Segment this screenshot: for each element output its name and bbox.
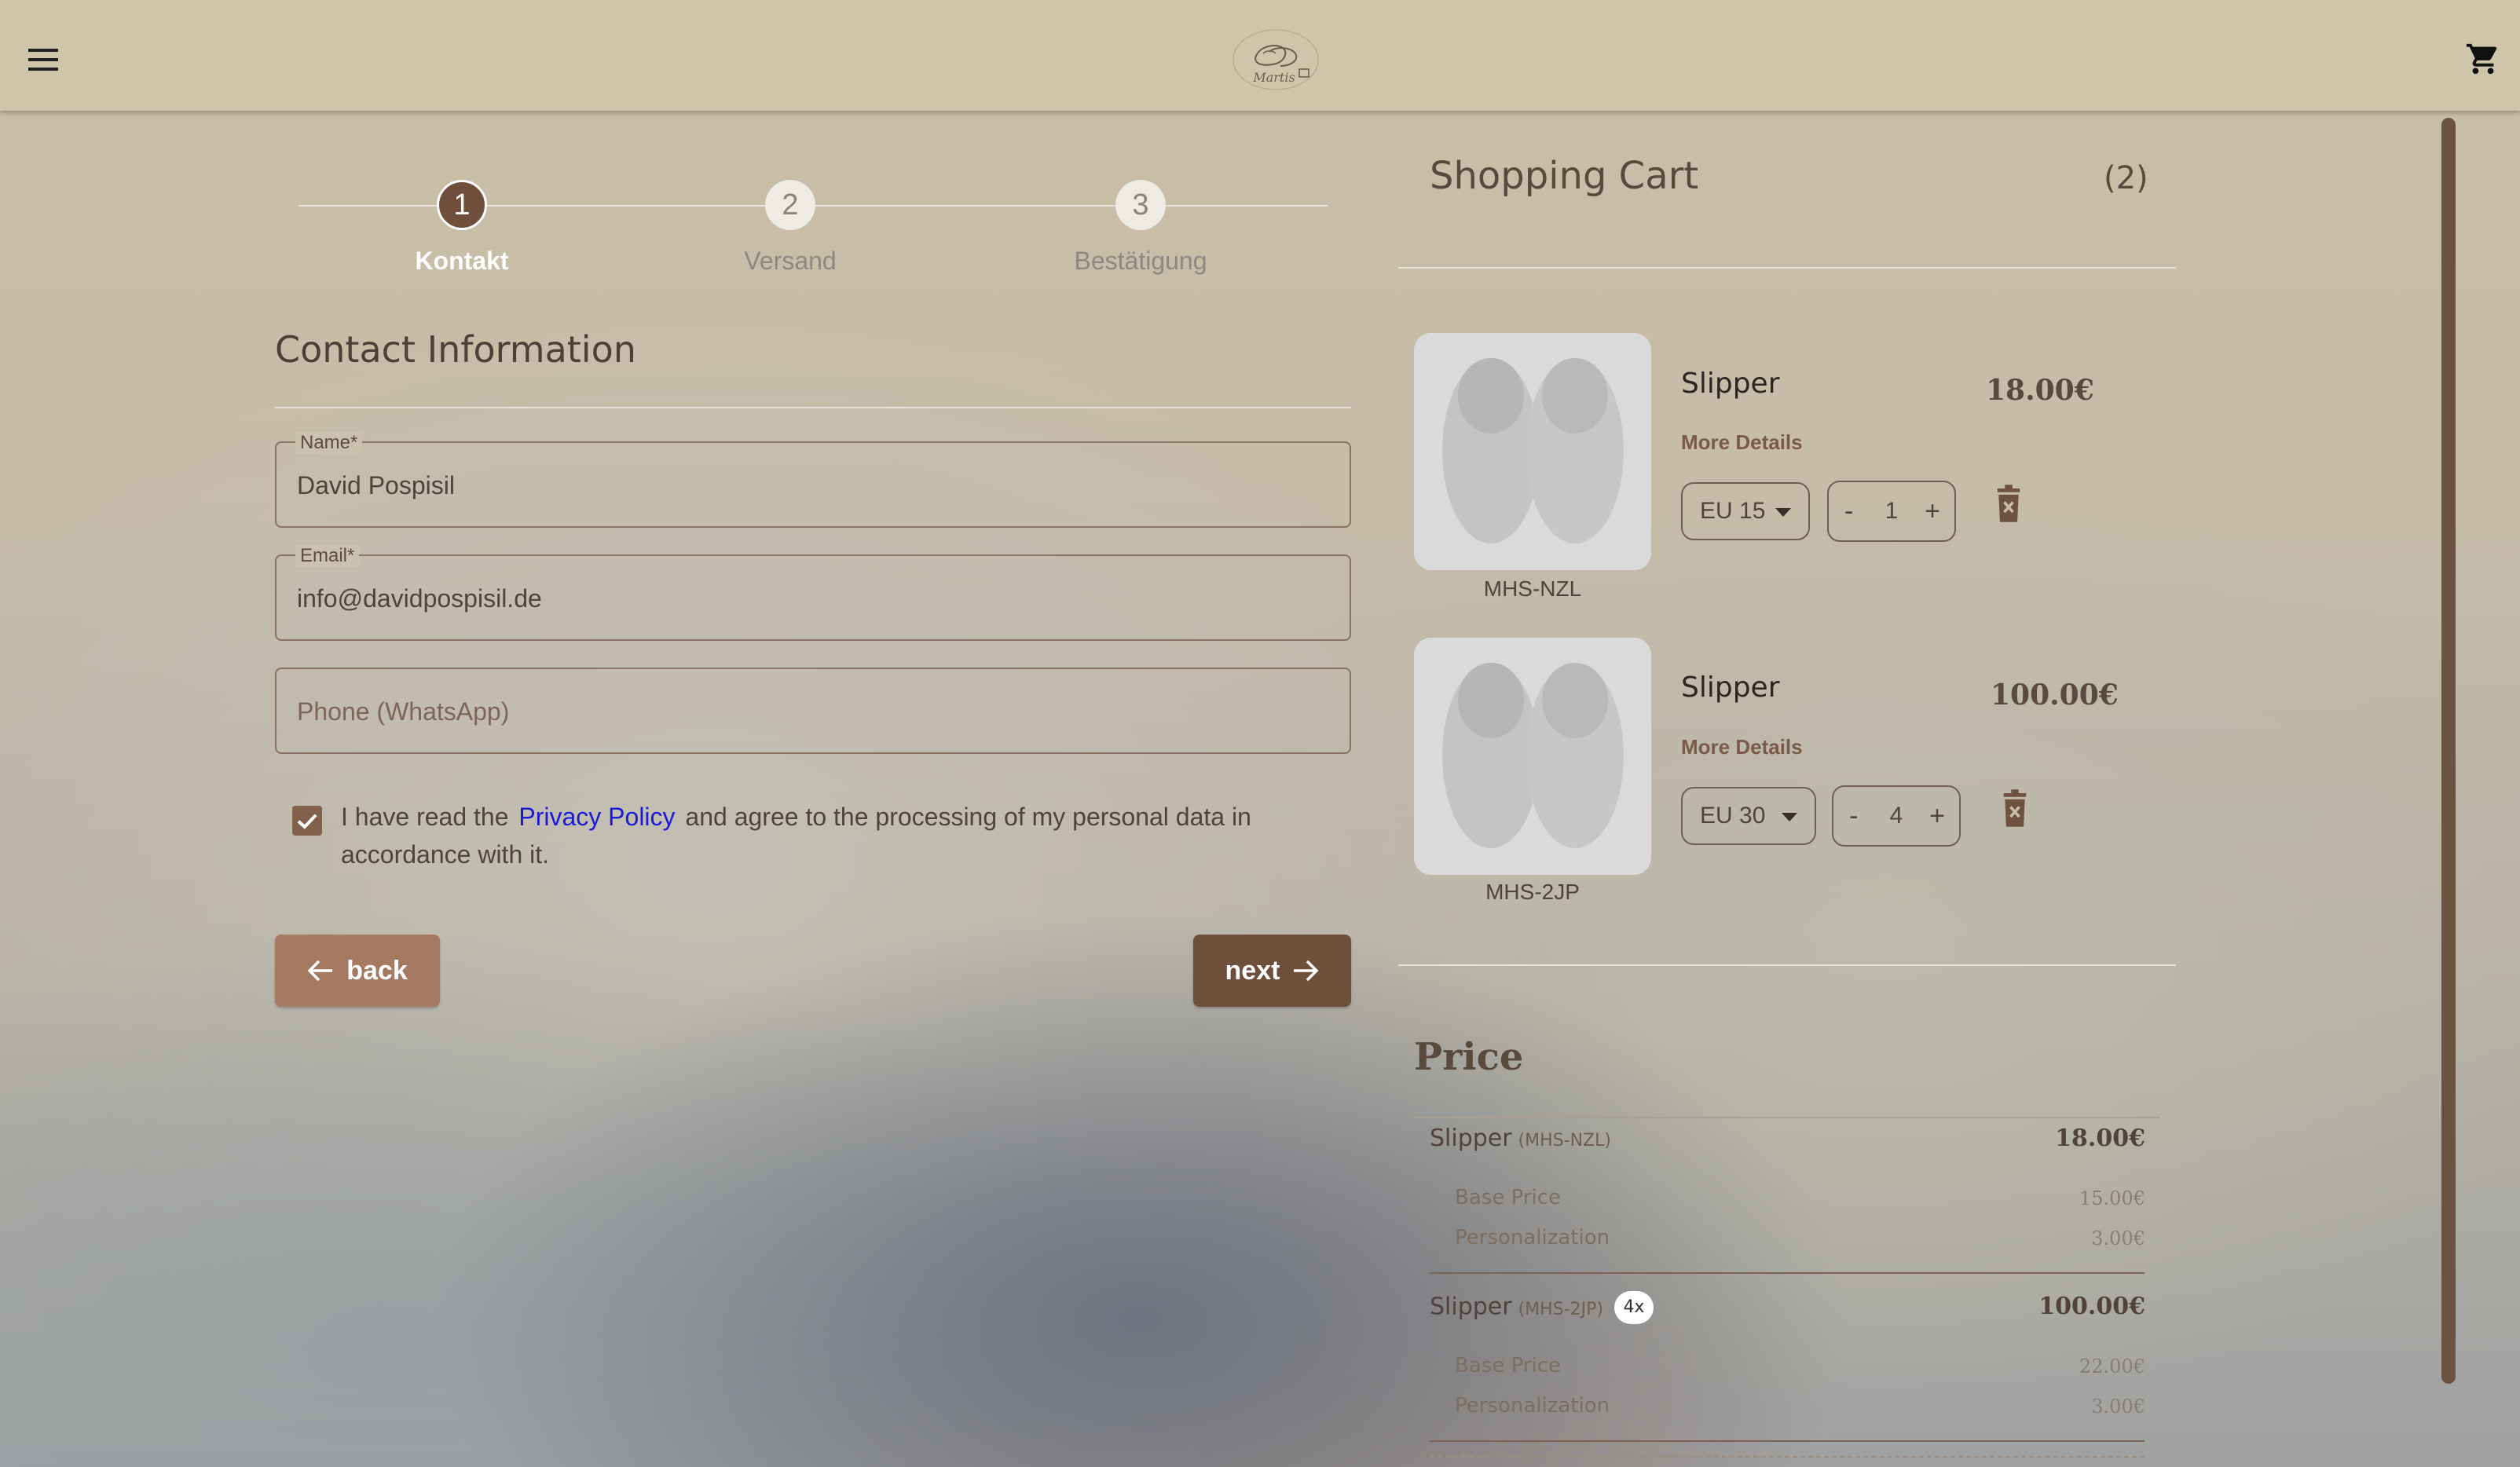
slipper-image bbox=[1414, 333, 1651, 570]
brand-logo[interactable]: Martis bbox=[1232, 28, 1320, 91]
step-label-kontakt: Kontakt bbox=[415, 247, 509, 275]
phone-placeholder: Phone (WhatsApp) bbox=[297, 697, 510, 726]
personalization-value: 3.00€ bbox=[2091, 1227, 2145, 1249]
price-item-separator bbox=[1430, 1272, 2145, 1274]
delete-item-icon[interactable] bbox=[1994, 484, 2024, 523]
contact-title: Contact Information bbox=[275, 328, 636, 371]
contact-divider bbox=[275, 407, 1351, 408]
step-number-1: 1 bbox=[437, 180, 487, 230]
phone-field[interactable]: Phone (WhatsApp) bbox=[275, 668, 1351, 754]
base-price-label: Base Price bbox=[1455, 1354, 1562, 1377]
size-select-value: EU 30 bbox=[1700, 803, 1766, 829]
price-item-total: 18.00€ bbox=[2055, 1125, 2145, 1152]
slipper-image bbox=[1414, 638, 1651, 875]
cart-divider-top bbox=[1398, 267, 2176, 269]
price-item-total: 100.00€ bbox=[2038, 1293, 2145, 1320]
price-item-sku: (MHS-NZL) bbox=[1518, 1131, 1611, 1151]
cart-count: (2) bbox=[2104, 160, 2148, 196]
next-button-label: next bbox=[1225, 955, 1280, 986]
base-price-value: 15.00€ bbox=[2079, 1187, 2145, 1209]
price-item-name: Slipper (MHS-2JP) 4x bbox=[1430, 1291, 1654, 1324]
base-price-label: Base Price bbox=[1455, 1186, 1562, 1209]
increment-button[interactable]: + bbox=[1925, 496, 1940, 527]
quantity-stepper[interactable]: - 1 + bbox=[1827, 481, 1956, 542]
step-label-versand: Versand bbox=[744, 247, 837, 275]
step-number-2: 2 bbox=[765, 180, 815, 230]
name-input-value: David Pospisil bbox=[297, 471, 455, 499]
quantity-stepper[interactable]: - 4 + bbox=[1832, 785, 1961, 847]
item-price: 100.00€ bbox=[1991, 679, 2119, 712]
privacy-policy-link[interactable]: Privacy Policy bbox=[518, 803, 675, 831]
item-name: Slipper bbox=[1681, 671, 1780, 704]
item-name: Slipper bbox=[1681, 368, 1780, 400]
logo-text: Martis bbox=[1252, 70, 1295, 85]
price-item-sku: (MHS-2JP) bbox=[1518, 1299, 1603, 1319]
back-button[interactable]: back bbox=[275, 935, 440, 1007]
price-title: Price bbox=[1414, 1035, 1524, 1079]
step-label-bestaetigung: Bestätigung bbox=[1074, 247, 1207, 275]
increment-button[interactable]: + bbox=[1929, 801, 1945, 832]
more-details-link[interactable]: More Details bbox=[1681, 430, 1803, 455]
email-label: Email* bbox=[295, 545, 360, 567]
cart-title: Shopping Cart bbox=[1430, 154, 1699, 198]
price-item-name: Slipper (MHS-NZL) bbox=[1430, 1125, 1611, 1152]
arrow-left-icon bbox=[307, 960, 333, 982]
cart-divider-bottom bbox=[1398, 964, 2176, 966]
size-select[interactable]: EU 30 bbox=[1681, 787, 1816, 845]
product-image[interactable] bbox=[1414, 333, 1651, 570]
base-price-value: 22.00€ bbox=[2079, 1355, 2145, 1377]
item-price: 18.00€ bbox=[1986, 374, 2094, 407]
privacy-consent-checkbox[interactable] bbox=[292, 806, 322, 836]
personalization-label: Personalization bbox=[1455, 1226, 1610, 1249]
top-app-bar: Martis bbox=[0, 0, 2520, 111]
email-field[interactable]: Email* info@davidpospisil.de bbox=[275, 545, 1351, 641]
privacy-consent-text: I have read the Privacy Policy and agree… bbox=[341, 798, 1323, 873]
checkmark-icon bbox=[297, 814, 317, 829]
back-button-label: back bbox=[346, 955, 408, 986]
shopping-cart-icon[interactable] bbox=[2465, 41, 2501, 77]
page-scrollbar[interactable] bbox=[2441, 118, 2456, 1384]
quantity-badge: 4x bbox=[1613, 1291, 1654, 1324]
arrow-right-icon bbox=[1294, 960, 1319, 982]
price-total-separator bbox=[1430, 1456, 2145, 1458]
name-field[interactable]: Name* David Pospisil bbox=[275, 432, 1351, 528]
next-button[interactable]: next bbox=[1193, 935, 1351, 1007]
personalization-label: Personalization bbox=[1455, 1394, 1610, 1418]
dropdown-caret-icon bbox=[1775, 508, 1791, 517]
size-select-value: EU 15 bbox=[1700, 498, 1766, 524]
product-image[interactable] bbox=[1414, 638, 1651, 875]
item-sku: MHS-2JP bbox=[1485, 880, 1580, 904]
delete-item-icon[interactable] bbox=[2000, 788, 2030, 828]
hamburger-menu-icon[interactable] bbox=[28, 49, 60, 72]
dropdown-caret-icon bbox=[1782, 813, 1797, 821]
personalization-value: 3.00€ bbox=[2091, 1396, 2145, 1418]
price-item-separator bbox=[1430, 1440, 2145, 1442]
item-sku: MHS-NZL bbox=[1483, 576, 1582, 601]
name-label: Name* bbox=[295, 432, 363, 454]
consent-prefix: I have read the bbox=[341, 803, 509, 831]
more-details-link[interactable]: More Details bbox=[1681, 735, 1803, 759]
price-divider bbox=[1414, 1117, 2160, 1118]
size-select[interactable]: EU 15 bbox=[1681, 482, 1810, 540]
email-input-value: info@davidpospisil.de bbox=[297, 584, 542, 613]
step-number-3: 3 bbox=[1115, 180, 1166, 230]
